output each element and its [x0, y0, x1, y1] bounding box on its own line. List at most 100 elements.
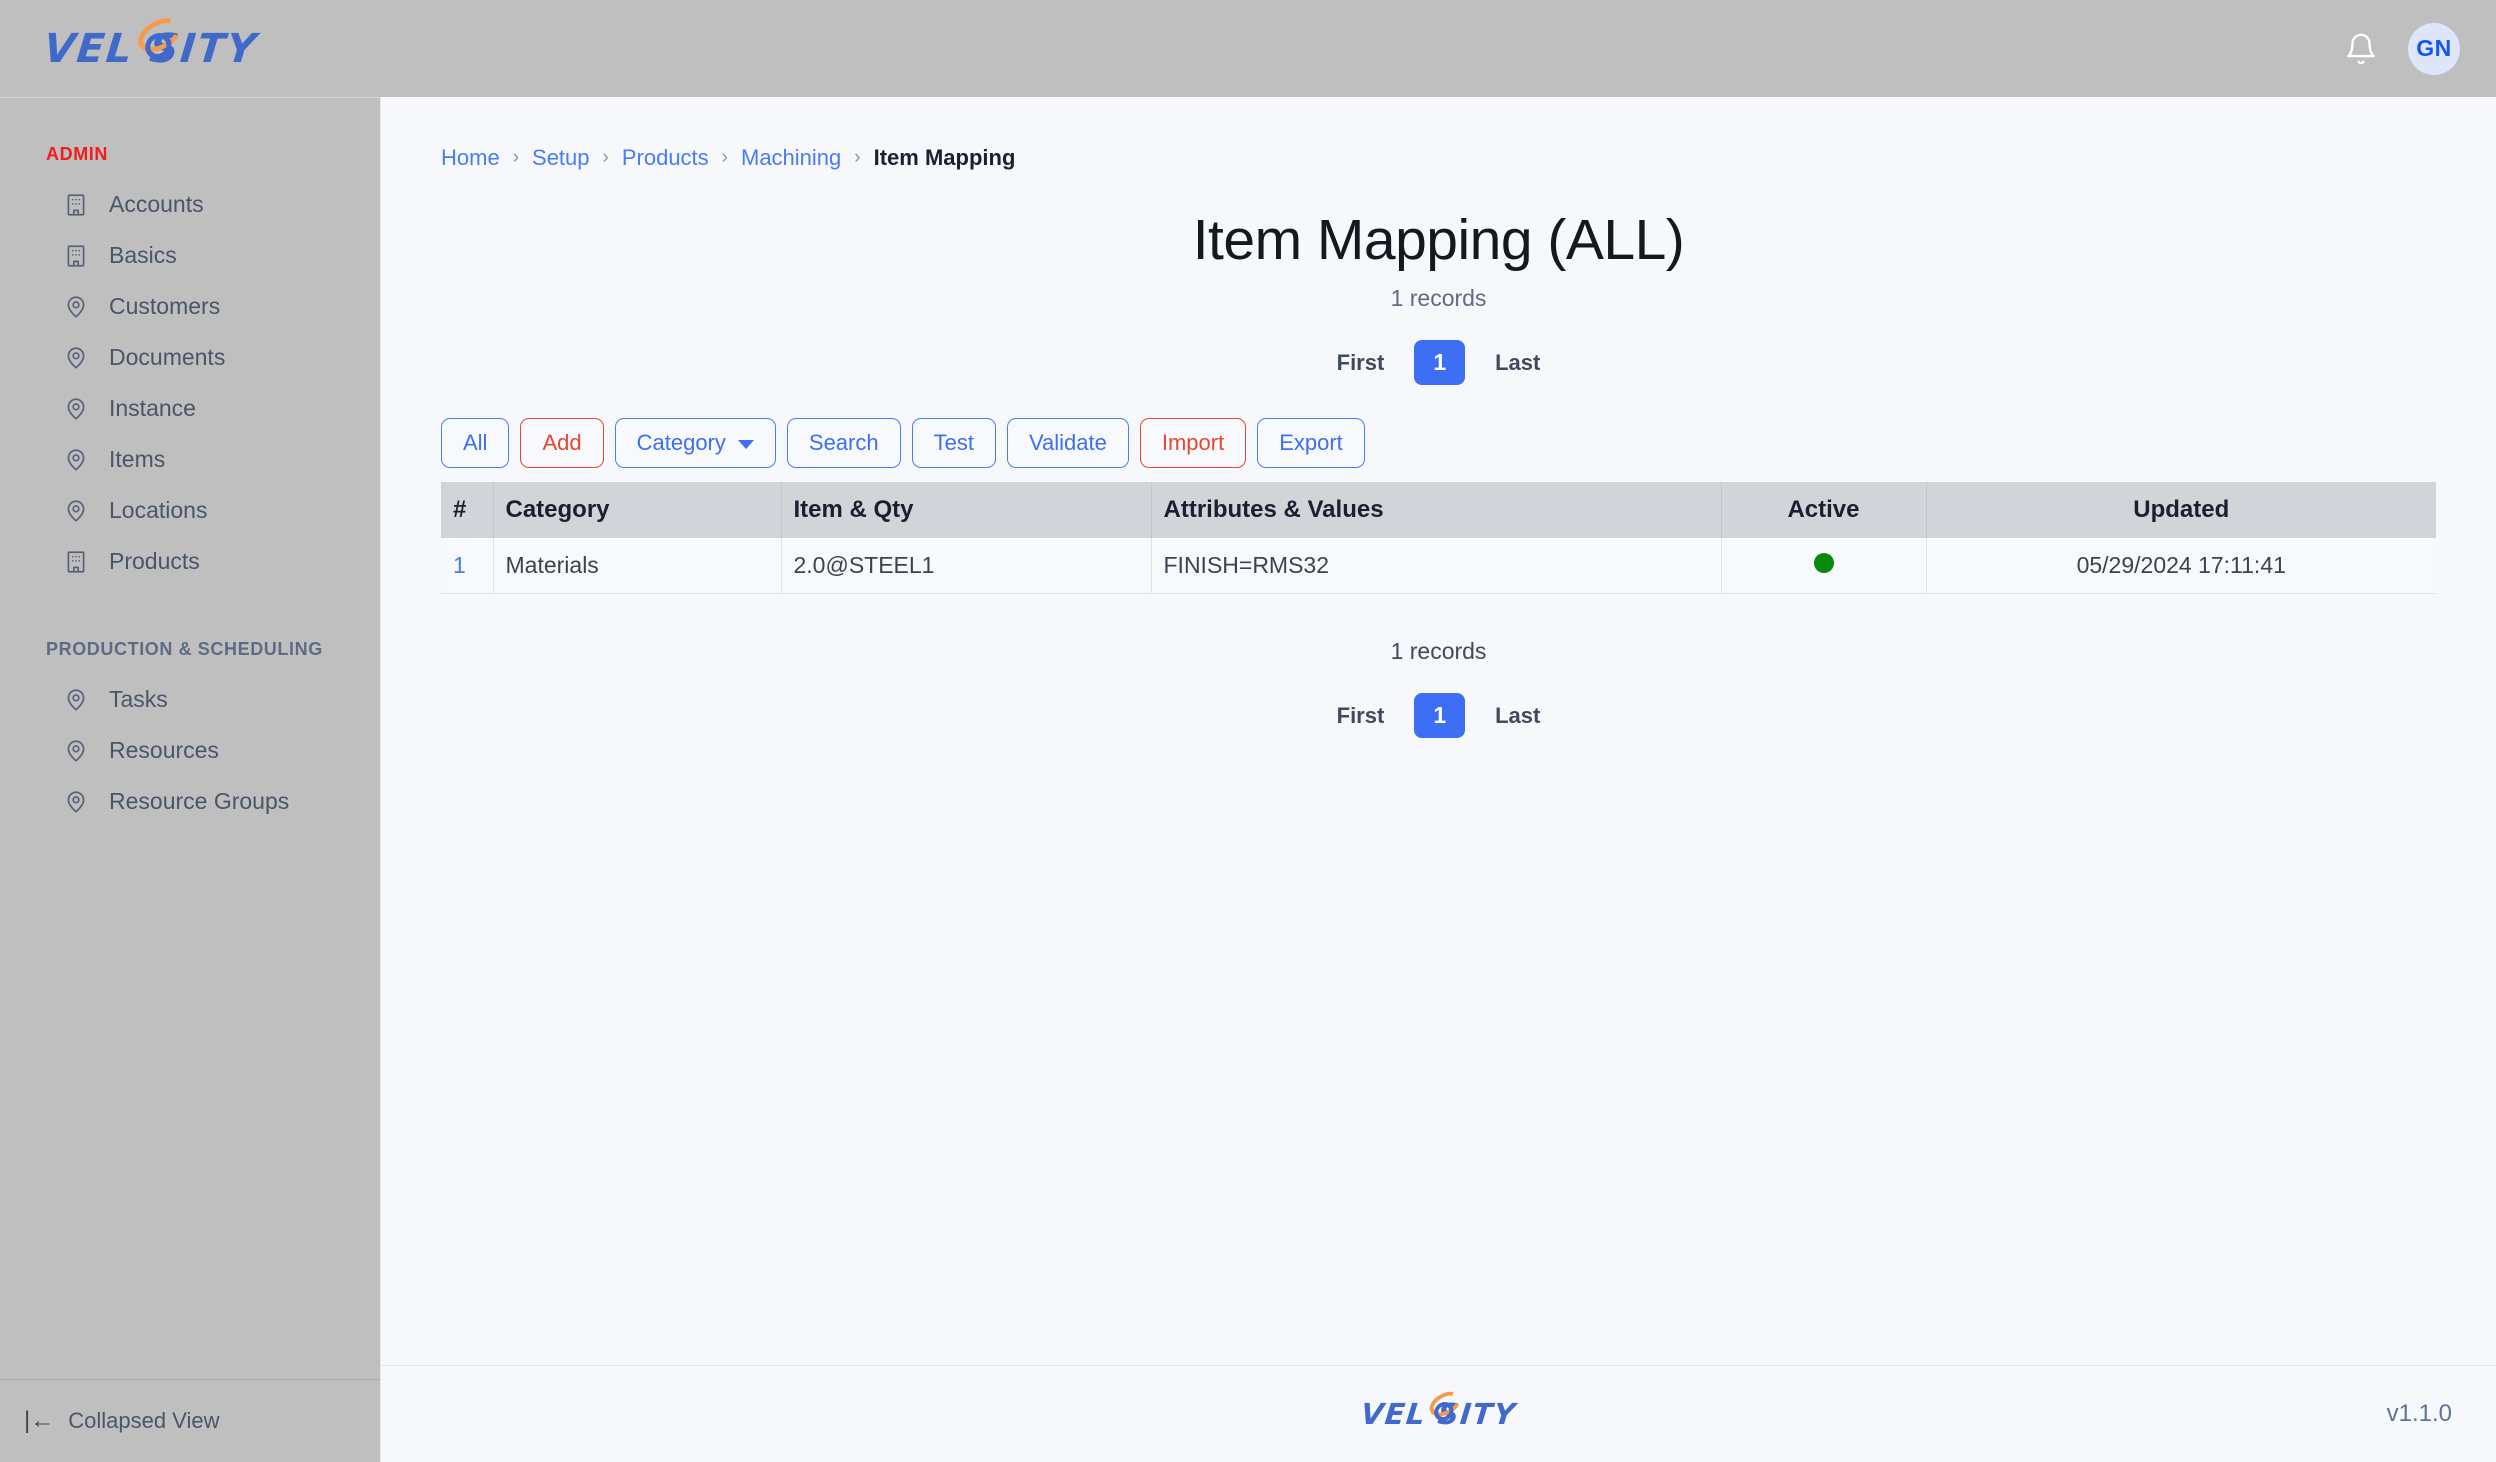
status-badge-active [1813, 553, 1834, 573]
chevron-down-icon [737, 439, 754, 449]
pagination-first-button-bottom[interactable]: First [1337, 703, 1385, 729]
cell-updated: 05/29/2024 17:11:41 [1926, 538, 2436, 594]
category-dropdown-label: Category [636, 430, 726, 455]
sidebar-item-resource-groups[interactable]: Resource Groups [0, 776, 380, 827]
sidebar-item-customers[interactable]: Customers [0, 281, 380, 332]
records-count-bottom: 1 records [1390, 638, 1487, 664]
velosity-logo-icon: VEL SITY [42, 10, 260, 72]
category-dropdown-button[interactable]: Category [614, 418, 776, 468]
pagination-page-1-button-bottom[interactable]: 1 [1414, 693, 1466, 738]
import-button[interactable]: Import [1139, 418, 1247, 468]
pagination-first-button[interactable]: First [1337, 350, 1385, 376]
main-content: Home › Setup › Products › Machining › It… [381, 97, 2496, 1365]
pagination-top: First 1 Last [441, 340, 2436, 385]
sidebar-nav: ADMIN Accounts Basics Customers Document… [0, 98, 380, 1379]
sidebar-item-label: Documents [109, 344, 226, 370]
sidebar-item-label: Accounts [109, 191, 204, 217]
map-pin-icon [63, 687, 89, 713]
search-button[interactable]: Search [786, 418, 901, 468]
table-header-row: # Category Item & Qty Attributes & Value… [441, 482, 2436, 538]
map-pin-icon [63, 294, 89, 320]
cell-row-number: 1 [441, 538, 494, 594]
collapse-sidebar-button[interactable]: |← Collapsed View [0, 1379, 380, 1462]
sidebar-item-products[interactable]: Products [0, 536, 380, 587]
bell-icon[interactable] [2344, 32, 2378, 66]
sidebar-item-documents[interactable]: Documents [0, 332, 380, 383]
all-button[interactable]: All [441, 418, 510, 468]
chevron-right-icon: › [854, 147, 861, 168]
sidebar-item-label: Basics [109, 242, 177, 268]
chevron-right-icon: › [721, 147, 728, 168]
sidebar-item-basics[interactable]: Basics [0, 230, 380, 281]
sidebar: ADMIN Accounts Basics Customers Document… [0, 97, 380, 1462]
breadcrumb-link-home[interactable]: Home [441, 145, 500, 171]
collapse-arrow-icon: |← [24, 1407, 55, 1434]
sidebar-item-label: Locations [109, 497, 208, 523]
breadcrumb: Home › Setup › Products › Machining › It… [441, 97, 2436, 171]
main-footer: VEL SITY v1.1.0 [381, 1365, 2496, 1462]
cell-attributes: FINISH=RMS32 [1151, 538, 1722, 594]
pagination-last-button[interactable]: Last [1495, 350, 1540, 376]
records-count-top: 1 records [1390, 285, 1487, 311]
item-mapping-table: # Category Item & Qty Attributes & Value… [441, 482, 2436, 594]
chevron-right-icon: › [512, 147, 520, 168]
pagination-bottom: First 1 Last [441, 693, 2436, 738]
sidebar-item-locations[interactable]: Locations [0, 485, 380, 536]
sidebar-group-title-production: PRODUCTION & SCHEDULING [46, 639, 323, 659]
export-button[interactable]: Export [1257, 418, 1365, 468]
version-label: v1.1.0 [2386, 1400, 2452, 1427]
breadcrumb-link-machining[interactable]: Machining [741, 145, 841, 171]
map-pin-icon [63, 738, 89, 764]
page-title: Item Mapping (ALL) [1192, 208, 1685, 272]
map-pin-icon [63, 345, 89, 371]
brand-logo[interactable]: VEL SITY [42, 10, 260, 72]
sidebar-group-title-admin: ADMIN [46, 144, 108, 164]
building-icon [63, 192, 89, 218]
sidebar-item-tasks[interactable]: Tasks [0, 674, 380, 725]
cell-item-qty: 2.0@STEEL1 [781, 538, 1152, 594]
breadcrumb-link-setup[interactable]: Setup [532, 145, 590, 171]
column-header-attributes[interactable]: Attributes & Values [1151, 482, 1722, 538]
sidebar-item-label: Customers [109, 293, 221, 319]
table-row[interactable]: 1 Materials 2.0@STEEL1 FINISH=RMS32 05/2… [441, 538, 2436, 594]
sidebar-item-label: Resources [109, 737, 219, 763]
top-bar: VEL SITY GN [0, 0, 2496, 97]
sidebar-item-items[interactable]: Items [0, 434, 380, 485]
sidebar-item-instance[interactable]: Instance [0, 383, 380, 434]
column-header-updated[interactable]: Updated [1926, 482, 2436, 538]
breadcrumb-current: Item Mapping [873, 145, 1016, 170]
map-pin-icon [63, 789, 89, 815]
breadcrumb-link-products[interactable]: Products [622, 145, 709, 171]
sidebar-item-resources[interactable]: Resources [0, 725, 380, 776]
map-pin-icon [63, 447, 89, 473]
avatar-initials: GN [2416, 35, 2452, 61]
app-root: VEL SITY GN ADMIN Accounts Basics Custom… [0, 0, 2496, 1462]
avatar[interactable]: GN [2408, 22, 2460, 75]
map-pin-icon [63, 498, 89, 524]
top-bar-actions: GN [2344, 22, 2460, 75]
column-header-active[interactable]: Active [1721, 482, 1927, 538]
test-button[interactable]: Test [911, 418, 996, 468]
sidebar-item-label: Items [109, 446, 166, 472]
table-body: 1 Materials 2.0@STEEL1 FINISH=RMS32 05/2… [441, 538, 2436, 594]
row-detail-link[interactable]: 1 [453, 552, 466, 578]
sidebar-item-accounts[interactable]: Accounts [0, 179, 380, 230]
cell-category: Materials [493, 538, 782, 594]
sidebar-item-label: Instance [109, 395, 196, 421]
action-toolbar: All Add Category Search Test Validate Im… [441, 418, 2436, 468]
column-header-item-qty[interactable]: Item & Qty [781, 482, 1152, 538]
chevron-right-icon: › [602, 147, 609, 168]
app-body: ADMIN Accounts Basics Customers Document… [0, 97, 2496, 1462]
sidebar-item-label: Resource Groups [109, 788, 290, 814]
validate-button[interactable]: Validate [1006, 418, 1129, 468]
main-panel: Home › Setup › Products › Machining › It… [380, 97, 2496, 1462]
pagination-last-button-bottom[interactable]: Last [1495, 703, 1540, 729]
column-header-category[interactable]: Category [493, 482, 782, 538]
building-icon [63, 549, 89, 575]
table-header: # Category Item & Qty Attributes & Value… [441, 482, 2436, 538]
footer-velosity-logo-icon: VEL SITY [1359, 1386, 1518, 1431]
add-button[interactable]: Add [520, 418, 604, 468]
pagination-page-1-button[interactable]: 1 [1414, 340, 1466, 385]
sidebar-item-label: Tasks [109, 686, 168, 712]
column-header-number[interactable]: # [441, 482, 494, 538]
